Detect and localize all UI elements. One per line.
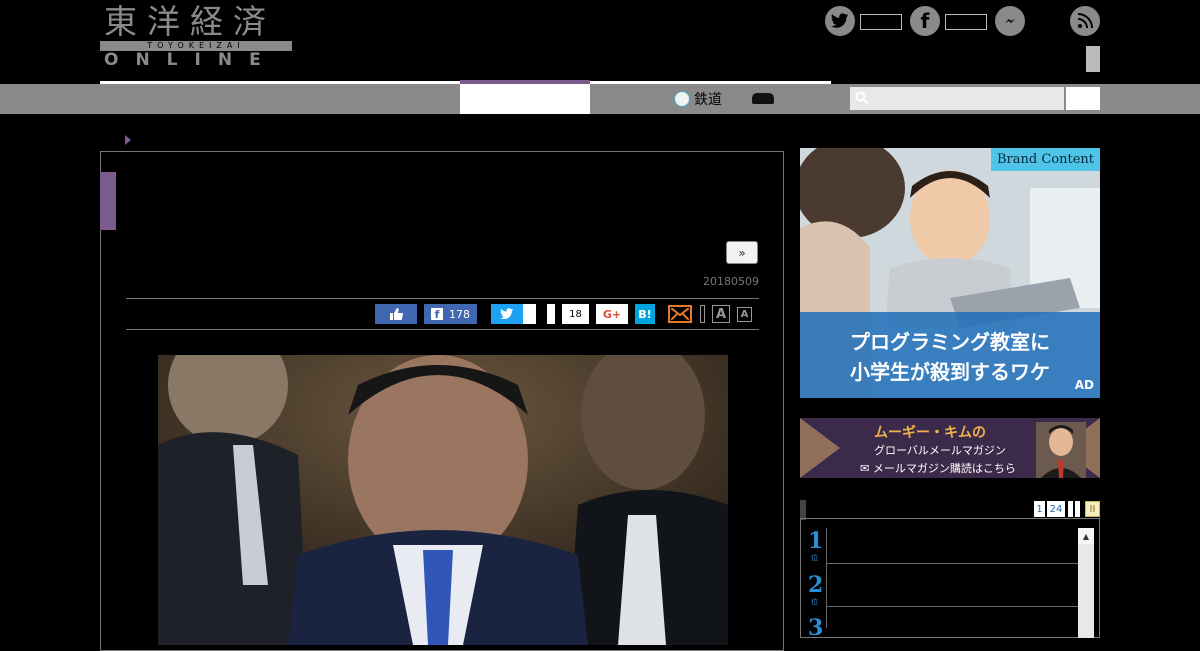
search-button[interactable] <box>1066 87 1100 110</box>
twitter-icon[interactable] <box>825 6 855 36</box>
nav-tab-tetsudo[interactable]: 鉄道 <box>674 89 722 109</box>
facebook-share-button[interactable]: f 178 <box>424 304 477 324</box>
thumbs-up-icon <box>390 308 403 320</box>
rank-rule-1 <box>826 563 1078 564</box>
twitter-count <box>860 14 902 30</box>
ranking-tab-b[interactable] <box>1075 501 1080 517</box>
font-large-button[interactable]: A <box>712 305 730 323</box>
article-category-tag <box>100 172 116 230</box>
ranking-list <box>800 518 1100 638</box>
nav-tetsudo-label: 鉄道 <box>694 92 722 108</box>
messenger-bolt-icon <box>1005 19 1015 23</box>
mail-ad-subtitle: グローバルメールマガジン <box>874 444 1006 457</box>
font-small-button[interactable]: A <box>737 307 752 322</box>
share-bottom-rule <box>126 329 759 330</box>
ad-mark: AD <box>1074 378 1094 392</box>
article-photo <box>158 355 728 645</box>
search-icon <box>855 91 869 108</box>
brand-ad-line2: 小学生が殺到するワケ <box>850 360 1050 384</box>
ranking-toggle[interactable]: II <box>1085 501 1100 517</box>
google-plus-button[interactable]: G+ <box>596 304 628 324</box>
twitter-share-icon <box>500 308 513 320</box>
facebook-share-icon: f <box>431 308 443 321</box>
twitter-share-count <box>523 304 536 324</box>
twitter-bird-icon <box>831 13 848 28</box>
ranking-page-1[interactable]: 1 <box>1034 501 1045 517</box>
facebook-icon[interactable]: f <box>910 6 940 36</box>
share-top-rule <box>126 298 759 299</box>
author-photo <box>1036 422 1086 478</box>
ranking-scrollbar[interactable] <box>1078 528 1094 638</box>
nav-tab-active[interactable] <box>460 84 590 114</box>
envelope-icon <box>671 308 689 320</box>
brand-content-ad[interactable]: Brand Content プログラミング教室に 小学生が殺到するワケ AD <box>800 148 1100 398</box>
breadcrumb-arrow-icon <box>125 135 131 145</box>
mail-magazine-ad[interactable]: ムーギー・キムの グローバルメールマガジン ✉ メールマガジン購読はこちら <box>800 418 1100 478</box>
mail-share-icon[interactable] <box>668 305 692 323</box>
ranking-header-marker <box>800 500 806 520</box>
share-count-notch <box>547 304 555 324</box>
hatebu-count: 18 <box>562 304 589 324</box>
twitter-share-button[interactable] <box>491 304 523 324</box>
next-page-button[interactable]: » <box>726 241 758 264</box>
facebook-share-count: 178 <box>449 307 470 321</box>
facebook-count <box>945 14 987 30</box>
brand-content-badge: Brand Content <box>990 148 1100 171</box>
rank-number-2: 2 <box>808 572 824 598</box>
scroll-up-arrow-icon[interactable]: ▲ <box>1078 528 1094 544</box>
car-icon[interactable] <box>752 93 774 104</box>
mail-ad-title: ムーギー・キムの <box>874 425 986 441</box>
rank-number-1: 1 <box>808 528 824 554</box>
rank-unit-2: 位 <box>811 598 818 606</box>
brand-ad-line1: プログラミング教室に <box>850 330 1050 354</box>
messenger-icon[interactable] <box>995 6 1025 36</box>
header-box[interactable] <box>1086 46 1100 72</box>
ranking-tab-a[interactable] <box>1068 501 1073 517</box>
article-date: 20180509 <box>703 275 759 288</box>
search-input[interactable] <box>850 87 1064 110</box>
rank-rule-2 <box>826 606 1078 607</box>
ranking-divider <box>826 528 827 628</box>
article-photo-image <box>158 355 728 645</box>
print-button[interactable] <box>700 305 705 323</box>
rss-waves-icon <box>1077 13 1093 29</box>
hatena-bookmark-button[interactable]: B! <box>635 304 655 324</box>
ranking-page-24[interactable]: 24 <box>1047 501 1065 517</box>
logo-kanji: 東洋経済 <box>104 2 276 41</box>
train-icon <box>674 91 690 107</box>
rss-icon[interactable] <box>1070 6 1100 36</box>
brand-ad-caption-band <box>800 312 1100 398</box>
mail-ad-cta: ✉ メールマガジン購読はこちら <box>860 462 1016 475</box>
rank-number-3: 3 <box>808 615 824 641</box>
logo-online: ONLINE <box>104 50 278 70</box>
rank-unit-1: 位 <box>811 554 818 562</box>
facebook-like-button[interactable] <box>375 304 417 324</box>
